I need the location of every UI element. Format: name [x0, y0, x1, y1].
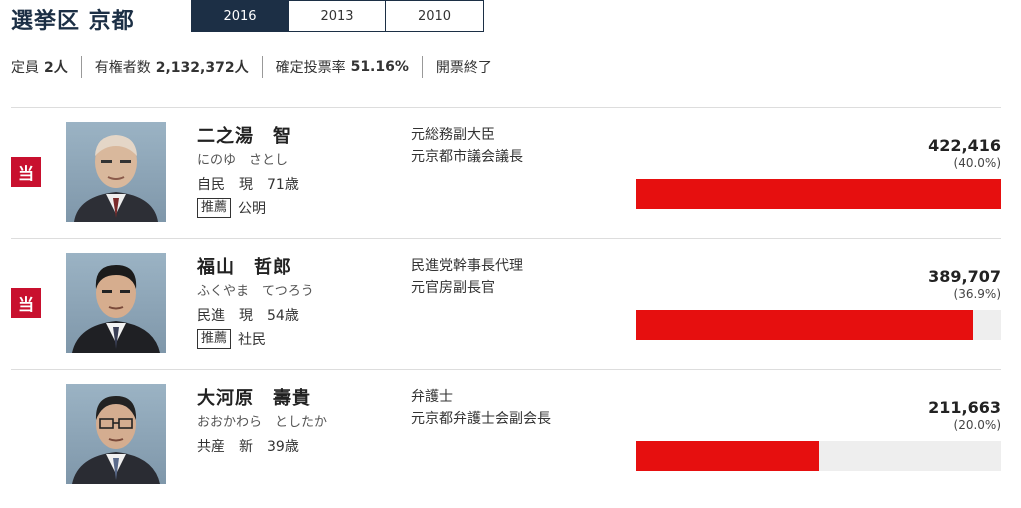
candidate-party: 共産 [197, 439, 225, 455]
candidate-photo [66, 122, 166, 222]
candidate-name: 大河原 壽貴 [197, 388, 311, 409]
support-party: 社民 [238, 332, 267, 348]
candidate-meta: 民進現 54歳 [197, 305, 313, 325]
vote-percent: (36.9%) [953, 287, 1001, 301]
candidate-age: 39歳 [267, 439, 299, 455]
candidate-row: 当 福山 哲郎 ふくやま てつろう 民進現 54歳 推薦 社民 民進党幹事長代理 元… [11, 239, 1001, 370]
vote-bar [636, 179, 1001, 209]
candidate-name: 福山 哲郎 [197, 257, 292, 278]
candidate-photo [66, 384, 166, 484]
stat-turnout: 確定投票率 51.16% [261, 56, 422, 78]
candidate-kana: ふくやま てつろう [197, 284, 314, 299]
support-tag: 推薦 [197, 329, 232, 349]
portrait-icon [72, 396, 160, 484]
candidate-age: 54歳 [267, 308, 299, 324]
support-party: 公明 [238, 201, 267, 217]
career-line: 元京都市議会議長 [411, 149, 523, 165]
tab-2016[interactable]: 2016 [192, 1, 289, 31]
candidate-career: 元総務副大臣 元京都市議会議長 [411, 124, 523, 168]
candidate-age: 71歳 [267, 177, 299, 193]
candidate-photo [66, 253, 166, 353]
vote-bar-fill [636, 441, 819, 471]
candidate-list: 当 二之湯 智 にのゆ さとし 自民現 71歳 推薦 公明 元総務副大臣 元京都市議… [11, 107, 1001, 501]
vote-count: 389,707 [928, 267, 1001, 286]
career-line: 弁護士 [411, 389, 453, 405]
career-line: 民進党幹事長代理 [411, 258, 523, 274]
career-line: 元総務副大臣 [411, 127, 495, 143]
candidate-row: 大河原 壽貴 おおかわら としたか 共産新 39歳 弁護士 元京都弁護士会副会長 … [11, 370, 1001, 501]
candidate-status: 新 [239, 439, 253, 455]
stat-seats-value: 2人 [44, 60, 68, 76]
vote-bar [636, 310, 1001, 340]
portrait-icon [72, 265, 160, 353]
year-tabs: 2016 2013 2010 [191, 0, 484, 32]
candidate-name: 二之湯 智 [197, 126, 292, 147]
candidate-status: 現 [239, 308, 253, 324]
candidate-status: 現 [239, 177, 253, 193]
elected-badge: 当 [11, 288, 41, 318]
vote-bar-fill [636, 310, 973, 340]
vote-bar-fill [636, 179, 1001, 209]
stat-voters: 有権者数 2,132,372人 [80, 56, 262, 78]
stat-seats: 定員 2人 [11, 56, 81, 78]
candidate-career: 弁護士 元京都弁護士会副会長 [411, 386, 551, 430]
tab-2013[interactable]: 2013 [289, 1, 386, 31]
tab-2010[interactable]: 2010 [386, 1, 483, 31]
candidate-kana: にのゆ さとし [197, 153, 289, 168]
candidate-party: 自民 [197, 177, 225, 193]
career-line: 元京都弁護士会副会長 [411, 411, 551, 427]
candidate-support: 推薦 公明 [197, 198, 266, 218]
candidate-row: 当 二之湯 智 にのゆ さとし 自民現 71歳 推薦 公明 元総務副大臣 元京都市議… [11, 108, 1001, 239]
vote-count: 422,416 [928, 136, 1001, 155]
vote-bar [636, 441, 1001, 471]
candidate-support: 推薦 社民 [197, 329, 266, 349]
stat-voters-value: 2,132,372人 [155, 60, 249, 76]
candidate-party: 民進 [197, 308, 225, 324]
stat-seats-label: 定員 [11, 60, 39, 76]
page-title: 選挙区 京都 [11, 9, 135, 34]
elected-badge: 当 [11, 157, 41, 187]
stat-voters-label: 有権者数 [94, 60, 151, 76]
stat-turnout-label: 確定投票率 [275, 60, 346, 76]
stat-turnout-value: 51.16% [350, 59, 409, 75]
vote-percent: (20.0%) [953, 418, 1001, 432]
career-line: 元官房副長官 [411, 280, 495, 296]
candidate-kana: おおかわら としたか [197, 415, 328, 430]
election-stats: 定員 2人 有権者数 2,132,372人 確定投票率 51.16% 開票終了 [11, 56, 505, 78]
candidate-career: 民進党幹事長代理 元官房副長官 [411, 255, 523, 299]
stat-count-status: 開票終了 [421, 56, 505, 78]
stat-count-status-label: 開票終了 [435, 60, 492, 76]
candidate-meta: 共産新 39歳 [197, 436, 313, 456]
vote-percent: (40.0%) [953, 156, 1001, 170]
candidate-meta: 自民現 71歳 [197, 174, 313, 194]
portrait-icon [74, 135, 158, 222]
vote-count: 211,663 [928, 398, 1001, 417]
support-tag: 推薦 [197, 198, 232, 218]
